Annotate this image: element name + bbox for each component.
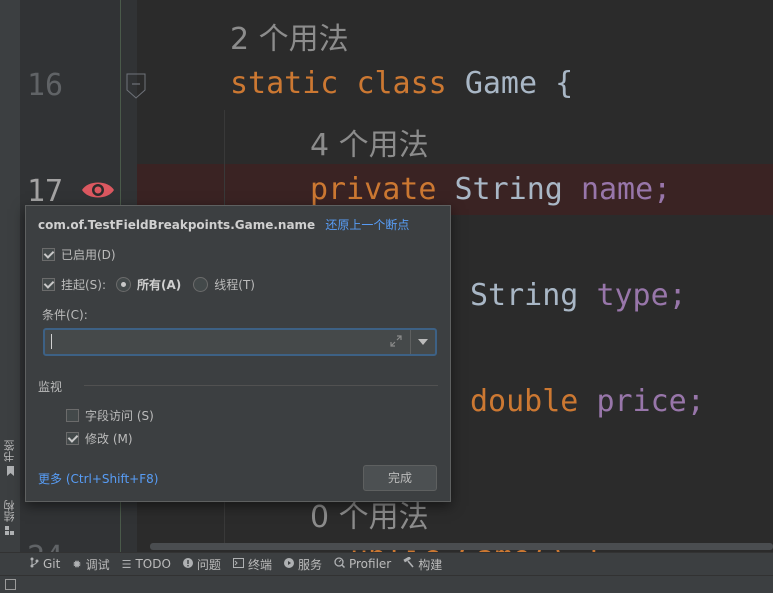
terminal-icon [232,557,244,571]
fold-marker-icon[interactable] [126,73,146,99]
condition-input[interactable] [47,332,387,352]
bookmarks-tool-button[interactable]: 书签 [2,440,18,479]
suspend-thread-option[interactable]: 线程(T) [193,276,255,293]
code-line-17: private String name; [310,172,671,207]
list-icon: ☰ [121,557,132,571]
usages-hint-field[interactable]: 4 个用法 [310,120,429,164]
structure-icon [5,526,15,539]
done-button[interactable]: 完成 [363,465,437,491]
tool-window-profiler[interactable]: Profiler [334,557,391,571]
field-access-option[interactable]: 字段访问 (S) [66,407,154,424]
suspend-all-radio[interactable] [116,277,132,292]
condition-label: 条件(C): [42,308,88,322]
toggle-tool-windows-icon[interactable] [5,579,16,590]
suspend-label: 挂起(S): [61,278,107,292]
field-watchpoint-eye-icon[interactable] [80,178,116,202]
tool-window-profiler-label: Profiler [348,557,392,571]
play-icon [283,557,294,571]
chevron-down-icon[interactable] [418,339,428,345]
field-price: price; [596,384,705,419]
tool-window-git-label: Git [43,557,61,571]
hammer-icon [403,556,414,571]
tool-window-services[interactable]: 服务 [283,556,322,573]
suspend-checkbox[interactable] [42,278,55,291]
field-type: type; [596,278,687,313]
modify-label: 修改 (M) [85,432,133,446]
tool-window-todo-label: TODO [135,557,171,571]
tool-window-todo[interactable]: ☰ TODO [122,557,171,571]
structure-tool-button[interactable]: 结构 [2,500,18,539]
tool-window-build-label: 构建 [418,557,443,572]
line-number-16: 16 [27,68,64,103]
code-line-16: static class Game { [230,66,573,101]
usages-hint-class[interactable]: 2 个用法 [230,14,349,58]
field-name: name; [580,172,672,207]
modify-checkbox[interactable] [66,432,79,445]
suspend-all-label: 所有(A) [137,278,182,292]
watch-section-title: 监视 [38,380,63,394]
bottom-status-bar [0,575,773,593]
suspend-option[interactable]: 挂起(S): [42,276,106,293]
more-settings-link[interactable]: 更多 (Ctrl+Shift+F8) [38,470,158,487]
tool-window-bar: Git ✹ 调试 ☰ TODO 问题 终端 服务 Profiler 构建 [0,552,773,575]
profiler-icon [334,557,345,571]
tool-window-debug-label: 调试 [85,557,110,572]
field-access-checkbox[interactable] [66,409,79,422]
line-number-partial: 24 [27,540,63,552]
info-icon [182,557,193,571]
tool-window-git[interactable]: Git [30,557,60,571]
type-string: String [454,172,563,207]
field-access-label: 字段访问 (S) [85,409,154,423]
keyword-private: private [310,172,437,207]
breakpoint-properties-popup: com.of.TestFieldBreakpoints.Game.name 还原… [25,205,451,502]
tool-window-problems[interactable]: 问题 [182,556,221,573]
condition-field[interactable] [43,328,437,356]
watch-section-divider [84,385,438,386]
suspend-all-option[interactable]: 所有(A) [116,276,181,293]
breakpoint-title-text: com.of.TestFieldBreakpoints.Game.name [38,218,316,232]
left-toolwindow-strip: 书签 结构 [0,0,21,552]
code-line-type: String type; [470,278,687,313]
enabled-option[interactable]: 已启用(D) [42,246,116,263]
enabled-label: 已启用(D) [61,248,116,262]
tool-window-terminal-label: 终端 [247,557,272,572]
type-string-2: String [470,278,579,313]
text-caret [51,334,52,349]
code-line-price: double price; [470,384,705,419]
keyword-class: class [356,66,447,101]
breakpoint-title: com.of.TestFieldBreakpoints.Game.name 还原… [38,216,409,233]
horizontal-scrollbar[interactable] [150,543,773,550]
modify-option[interactable]: 修改 (M) [66,430,133,447]
line-number-17: 17 [27,174,64,209]
keyword-double: double [470,384,579,419]
tool-window-terminal[interactable]: 终端 [232,556,272,573]
dropdown-separator [410,330,411,354]
tool-window-build[interactable]: 构建 [403,556,442,573]
tool-window-debug[interactable]: ✹ 调试 [72,556,109,573]
restore-previous-breakpoint-link[interactable]: 还原上一个断点 [325,218,409,232]
keyword-static: static [230,66,339,101]
tool-window-services-label: 服务 [297,557,322,572]
bookmarks-label: 书签 [3,440,16,462]
git-branch-icon [30,557,39,571]
tool-window-problems-label: 问题 [196,557,221,572]
expand-editor-icon[interactable] [389,334,403,348]
suspend-thread-radio[interactable] [193,277,209,292]
bug-icon: ✹ [72,557,82,571]
class-name: Game { [464,66,574,101]
structure-label: 结构 [3,500,16,522]
suspend-thread-label: 线程(T) [214,278,255,292]
enabled-checkbox[interactable] [42,248,55,261]
bookmark-icon [6,466,15,479]
suspend-row: 挂起(S): 所有(A) 线程(T) [42,276,255,293]
